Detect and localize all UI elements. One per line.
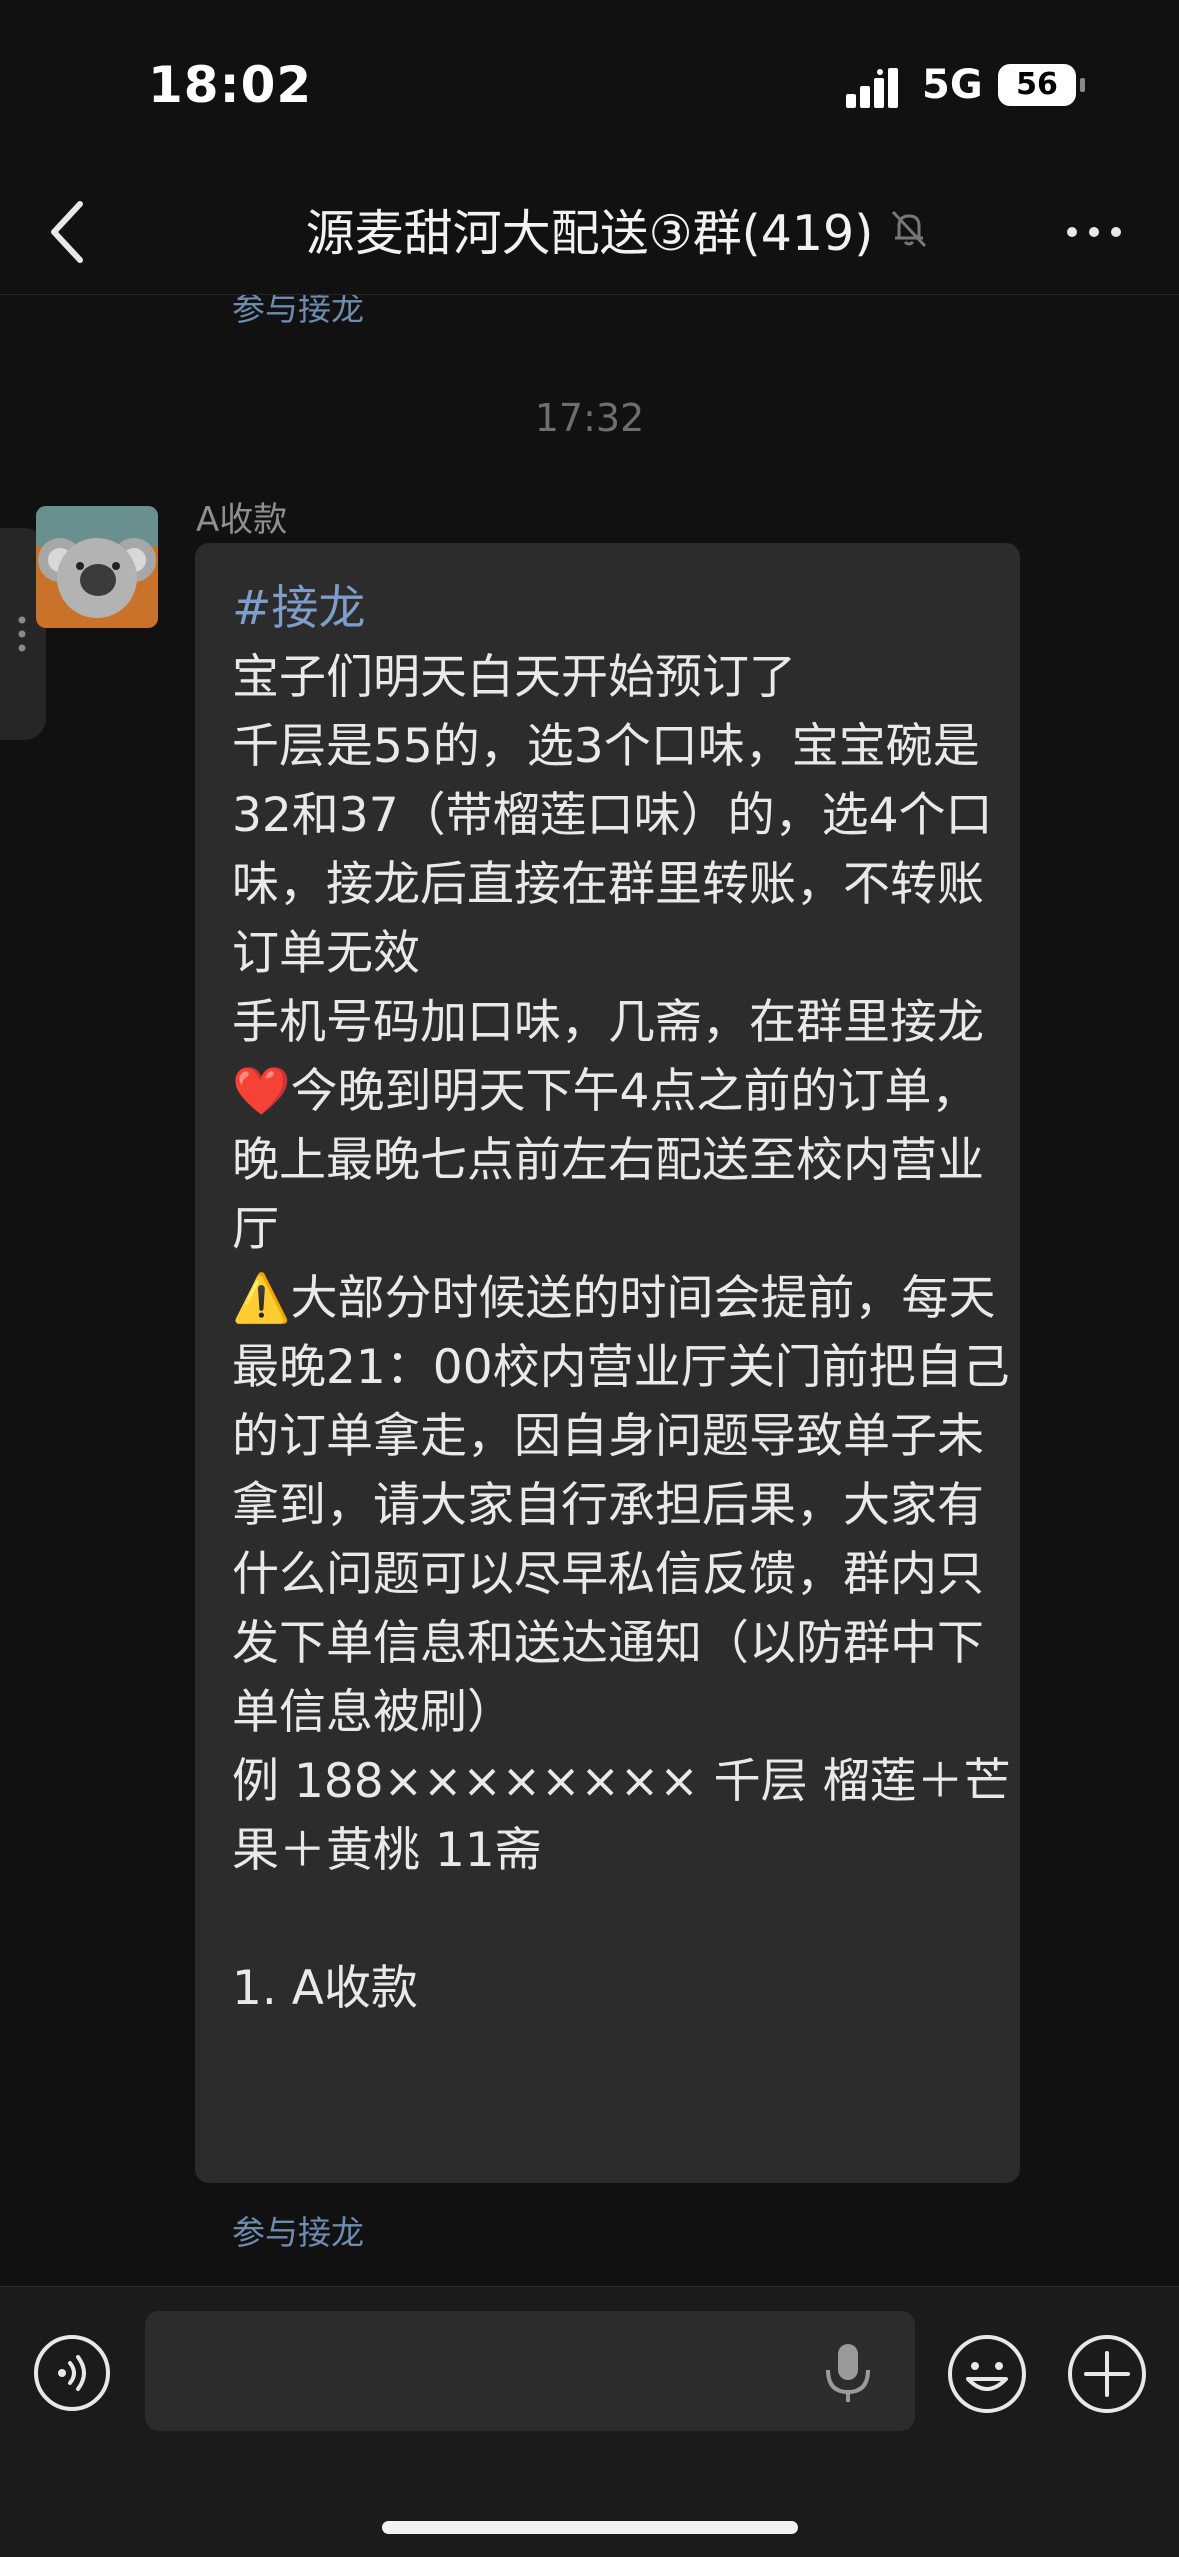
microphone-icon[interactable]: [820, 2340, 876, 2406]
voice-input-icon[interactable]: [32, 2333, 112, 2413]
battery-indicator: 56: [998, 64, 1076, 106]
battery-nub: [1080, 78, 1085, 92]
status-time: 18:02: [148, 56, 313, 114]
message-content: #接龙 宝子们明天白天开始预订了 千层是55的，选3个口味，宝宝碗是32和37（…: [232, 574, 1012, 2023]
home-indicator[interactable]: [382, 2521, 798, 2534]
koala-avatar[interactable]: [36, 506, 158, 628]
emoji-icon[interactable]: [946, 2333, 1028, 2415]
network-type: 5G: [922, 62, 983, 108]
signal-icon: [846, 68, 898, 108]
join-link[interactable]: 参与接龙: [232, 2206, 364, 2254]
chat-title: 源麦甜河大配送③群(419): [305, 205, 874, 262]
chat-header: 源麦甜河大配送③群(419): [0, 170, 1179, 295]
message-input[interactable]: [145, 2311, 915, 2431]
hashtag-link[interactable]: #接龙: [232, 581, 365, 636]
input-bar: [0, 2286, 1179, 2557]
plus-icon[interactable]: [1066, 2333, 1148, 2415]
bell-off-icon: [891, 210, 927, 248]
drag-dots-icon: [18, 616, 26, 652]
more-dots-icon[interactable]: [1062, 202, 1126, 262]
message-body: 宝子们明天白天开始预订了 千层是55的，选3个口味，宝宝碗是32和37（带榴莲口…: [232, 650, 1011, 2016]
message-timestamp: 17:32: [534, 396, 645, 440]
status-bar: 18:02 5G 56: [0, 0, 1179, 170]
sender-name: A收款: [196, 500, 288, 540]
